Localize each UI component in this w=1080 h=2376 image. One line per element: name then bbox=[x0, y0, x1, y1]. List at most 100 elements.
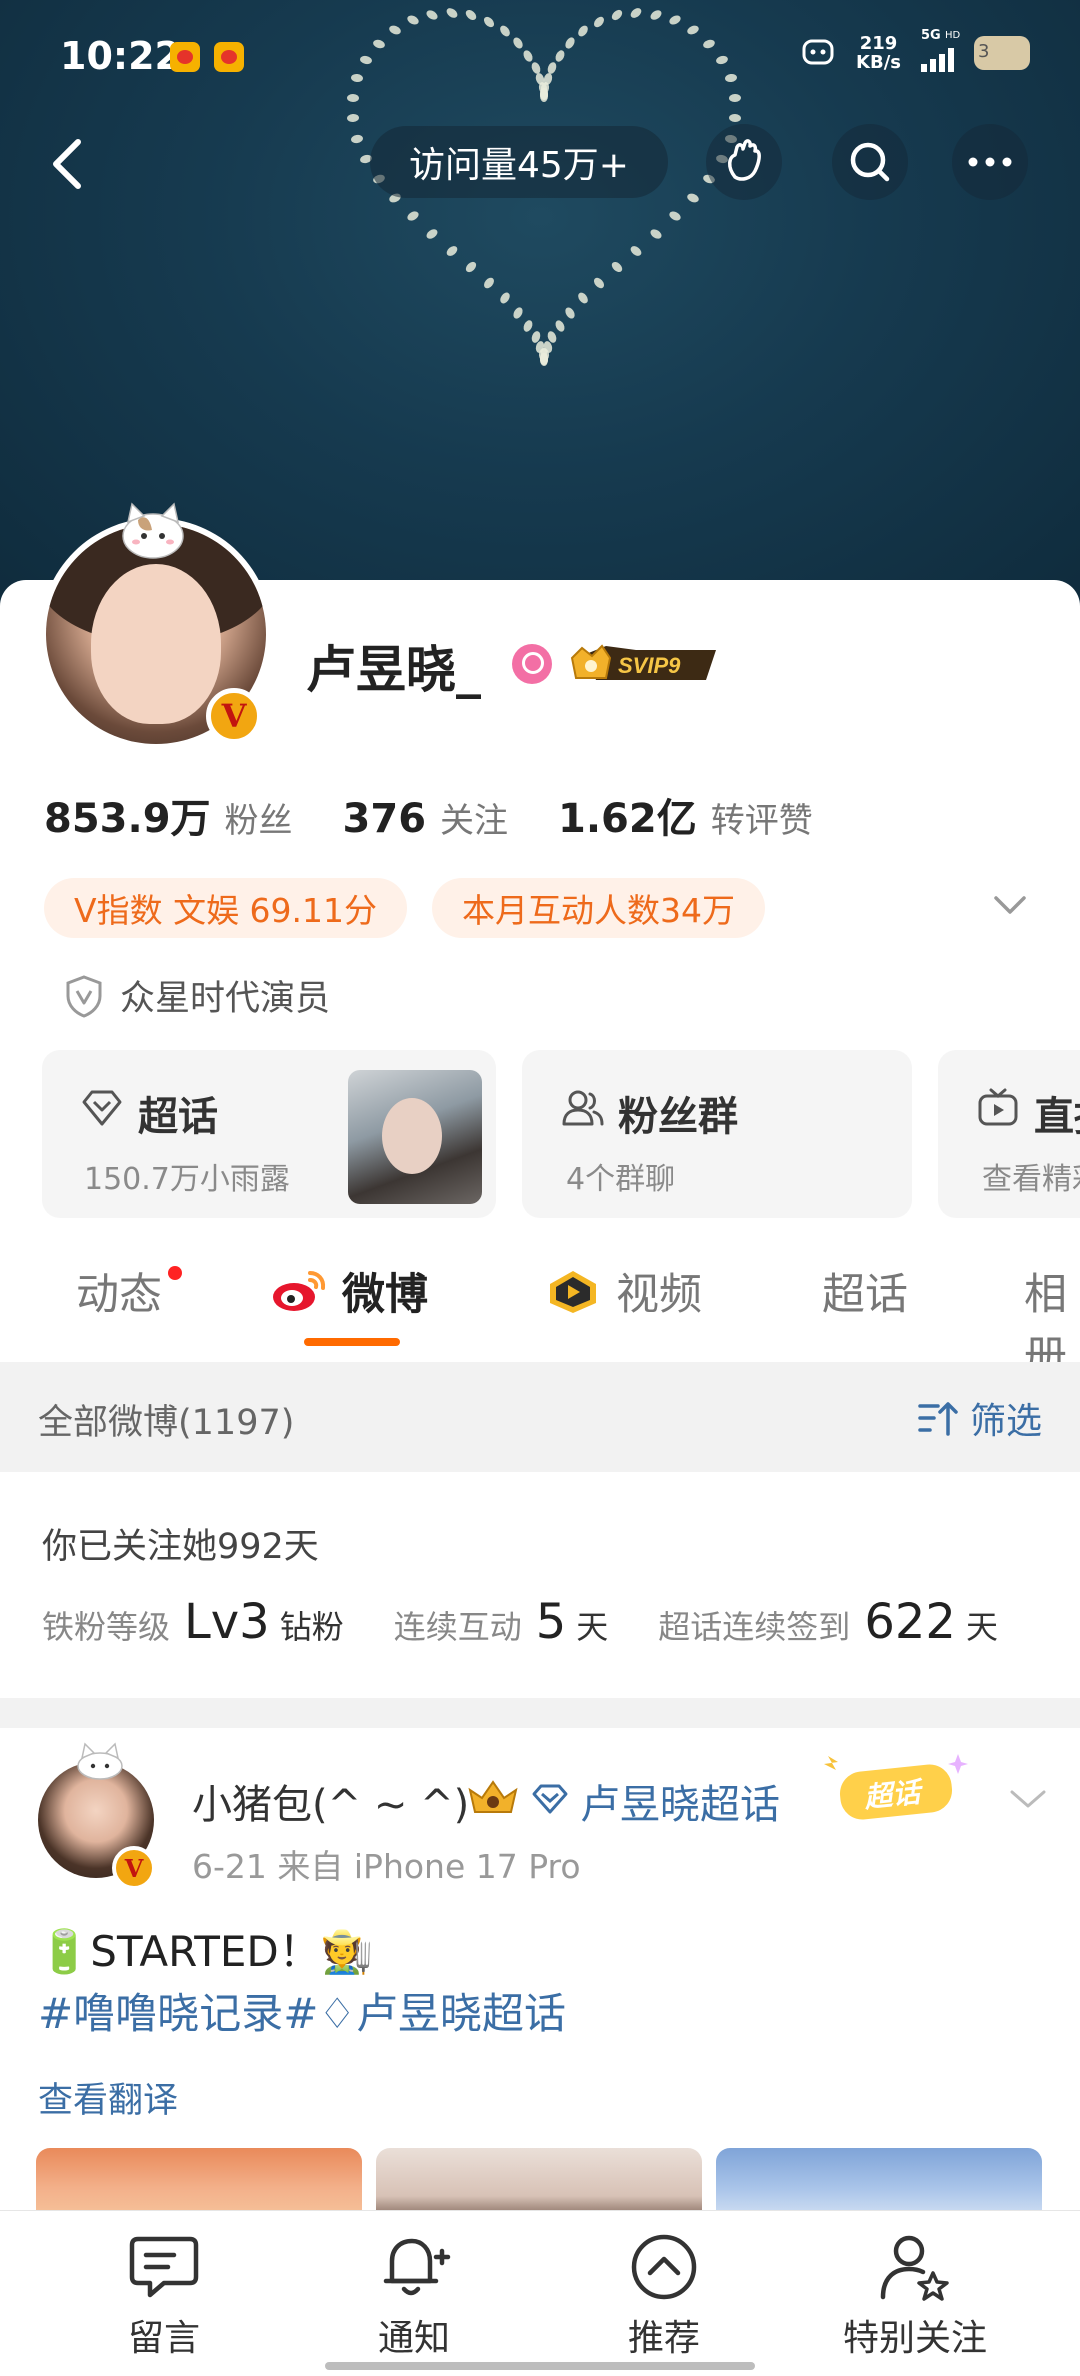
cover-dot bbox=[445, 243, 460, 258]
female-gender-icon bbox=[512, 644, 552, 684]
super-topic-sticker: 超话 bbox=[824, 1754, 968, 1820]
status-bar: 10:22 219 KB/s 5G HD bbox=[0, 0, 1080, 110]
fan-relationship-box[interactable]: 你已关注她992天 铁粉等级 Lv3 钻粉 连续互动 5 天 超话连续签到 62… bbox=[0, 1472, 1080, 1698]
post-meta: 6-21 来自 iPhone 17 Pro bbox=[192, 1847, 581, 1886]
cover-dot bbox=[553, 318, 566, 334]
message-icon bbox=[129, 2236, 199, 2298]
cat-avatar-decoration-icon bbox=[122, 502, 184, 559]
following-label[interactable]: 关注 bbox=[440, 793, 508, 842]
interact-label: 连续互动 bbox=[393, 1608, 522, 1646]
more-button[interactable] bbox=[952, 124, 1028, 200]
certification[interactable]: 众星时代演员 bbox=[64, 970, 330, 1021]
cover-dot bbox=[405, 209, 421, 223]
author-name-text: 小猪包(^ ~ ^) bbox=[192, 1782, 470, 1828]
bottom-label: 留言 bbox=[127, 2318, 200, 2359]
following-count[interactable]: 376 bbox=[343, 796, 427, 842]
cover-dot bbox=[482, 276, 497, 291]
expand-chevron-down-icon[interactable] bbox=[990, 890, 1030, 920]
special-follow-button[interactable]: 特别关注 bbox=[820, 2231, 1010, 2361]
svip-badge[interactable]: SVIP9 bbox=[566, 640, 726, 688]
weibo-count[interactable]: 全部微博(1197) bbox=[38, 1394, 294, 1445]
tile-fan-group[interactable]: 粉丝群 4个群聊 bbox=[522, 1050, 912, 1218]
followers-label[interactable]: 粉丝 bbox=[225, 793, 293, 842]
super-topic-thumbnail bbox=[348, 1070, 482, 1204]
diamond-icon bbox=[82, 1090, 122, 1126]
tile-live[interactable]: 直播 查看精彩 bbox=[938, 1050, 1080, 1218]
cover-dot bbox=[591, 276, 606, 291]
tab-label: 视频 bbox=[616, 1270, 702, 1320]
top-nav: 访问量45万+ bbox=[0, 118, 1080, 206]
cover-dot bbox=[576, 291, 590, 306]
checkin-value: 622 bbox=[864, 1594, 956, 1650]
tab-video[interactable]: 视频 bbox=[544, 1260, 702, 1322]
post-topic-link[interactable]: 卢昱晓超话 bbox=[580, 1772, 780, 1830]
notify-button[interactable]: 通知 bbox=[334, 2231, 494, 2361]
v-index-chip[interactable]: V指数 文娱 69.11分 bbox=[44, 878, 408, 938]
tab-activity[interactable]: 动态 bbox=[76, 1260, 162, 1322]
profile-stats: 853.9万 粉丝 376 关注 1.62亿 转评赞 bbox=[44, 786, 863, 844]
follow-days: 你已关注她992天 bbox=[42, 1527, 319, 1567]
filter-sort-icon bbox=[918, 1402, 958, 1436]
tile-subtitle: 查看精彩 bbox=[982, 1162, 1080, 1197]
visit-count-pill[interactable]: 访问量45万+ bbox=[370, 126, 668, 198]
certification-text: 众星时代演员 bbox=[120, 979, 331, 1019]
filter-label: 筛选 bbox=[969, 1401, 1042, 1442]
bottom-label: 特别关注 bbox=[842, 2318, 987, 2359]
feature-tiles: 超话 150.7万小雨露 粉丝群 4个群聊 直播 查看精彩 bbox=[42, 1050, 1080, 1218]
tile-super-topic[interactable]: 超话 150.7万小雨露 bbox=[42, 1050, 496, 1218]
unread-dot bbox=[168, 1266, 182, 1280]
filter-button[interactable]: 筛选 bbox=[916, 1392, 1042, 1444]
tile-title: 粉丝群 bbox=[618, 1094, 738, 1140]
monthly-interaction-chip[interactable]: 本月互动人数34万 bbox=[432, 878, 765, 938]
interact-unit: 天 bbox=[576, 1608, 609, 1646]
group-users-icon bbox=[562, 1090, 604, 1126]
tile-subtitle: 4个群聊 bbox=[566, 1162, 676, 1197]
fan-level-value: Lv3 bbox=[184, 1594, 270, 1650]
cover-dot bbox=[609, 260, 624, 275]
greet-button[interactable] bbox=[706, 124, 782, 200]
fan-stats-row: 铁粉等级 Lv3 钻粉 连续互动 5 天 超话连续签到 622 天 bbox=[42, 1594, 998, 1650]
search-button[interactable] bbox=[832, 124, 908, 200]
bottom-label: 推荐 bbox=[627, 2318, 700, 2359]
tv-play-icon bbox=[978, 1088, 1018, 1126]
video-channel-icon bbox=[550, 1271, 596, 1313]
assistant-icon bbox=[802, 39, 834, 65]
cat-avatar-decoration-icon bbox=[77, 1742, 123, 1780]
back-button[interactable] bbox=[36, 128, 106, 198]
recommend-button[interactable]: 推荐 bbox=[584, 2231, 744, 2361]
checkin-unit: 天 bbox=[965, 1608, 998, 1646]
more-dots-icon bbox=[968, 157, 1012, 167]
cover-dot bbox=[425, 226, 440, 241]
cover-dot bbox=[563, 305, 577, 321]
diamond-icon bbox=[532, 1784, 568, 1814]
net-speed: 219 KB/s bbox=[856, 33, 901, 73]
checkin-label: 超话连续签到 bbox=[658, 1608, 851, 1646]
tab-super-topic[interactable]: 超话 bbox=[822, 1260, 908, 1322]
search-icon bbox=[850, 142, 890, 182]
weibo-post[interactable]: V 小猪包(^ ~ ^) 卢昱晓超话 超话 6-21 来自 iPhone 17 … bbox=[0, 1728, 1080, 2228]
user-star-icon bbox=[880, 2235, 949, 2301]
fan-level-unit: 钻粉 bbox=[279, 1608, 344, 1646]
likes-label: 转评赞 bbox=[710, 801, 813, 841]
home-indicator[interactable] bbox=[325, 2362, 755, 2370]
post-menu-chevron-down-icon[interactable] bbox=[1006, 1784, 1050, 1814]
tab-label: 微博 bbox=[342, 1270, 428, 1320]
post-hashtags[interactable]: #噜噜晓记录#♢卢昱晓超话 bbox=[38, 1980, 566, 2041]
active-tab-indicator bbox=[304, 1338, 400, 1346]
weibo-notification-icon bbox=[170, 42, 200, 72]
followers-count[interactable]: 853.9万 bbox=[44, 786, 211, 844]
tab-weibo[interactable]: 微博 bbox=[270, 1260, 428, 1322]
cover-dot bbox=[667, 209, 683, 223]
crown-badge-icon bbox=[468, 1780, 518, 1813]
svg-text:超话: 超话 bbox=[862, 1775, 926, 1814]
message-board-button[interactable]: 留言 bbox=[84, 2231, 244, 2361]
tile-title: 直播 bbox=[1034, 1094, 1080, 1140]
signal-indicator: 5G HD bbox=[921, 28, 960, 72]
cover-dot bbox=[522, 318, 535, 334]
tile-subtitle: 150.7万小雨露 bbox=[84, 1162, 290, 1197]
fan-level-label: 铁粉等级 bbox=[42, 1608, 171, 1646]
post-author-name[interactable]: 小猪包(^ ~ ^) bbox=[192, 1772, 469, 1830]
translate-link[interactable]: 查看翻译 bbox=[38, 2072, 178, 2123]
cover-dot bbox=[648, 227, 663, 241]
bottom-label: 通知 bbox=[377, 2318, 450, 2359]
